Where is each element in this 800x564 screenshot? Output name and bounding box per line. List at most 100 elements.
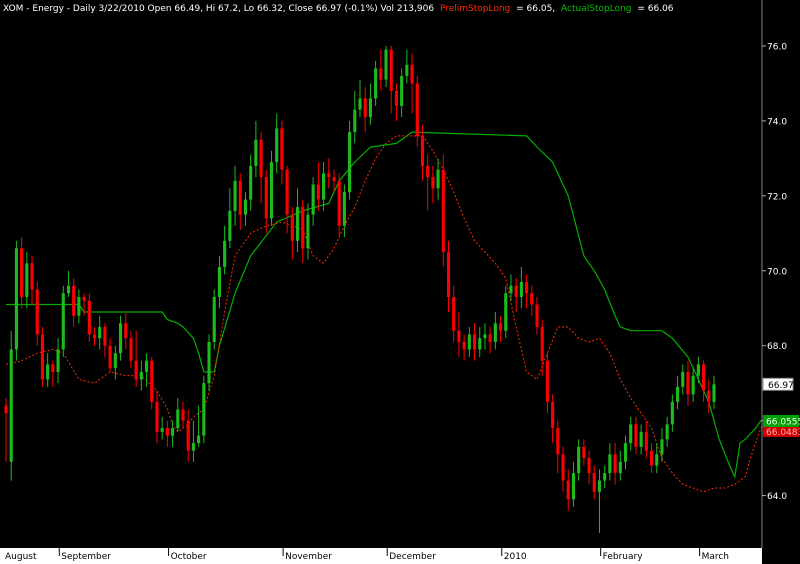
candle-body — [472, 334, 477, 350]
y-axis-panel — [762, 0, 800, 564]
candle-body — [702, 364, 706, 391]
candle-body — [488, 334, 492, 342]
candle-body — [368, 98, 372, 118]
candle-body — [582, 446, 586, 459]
candle-body — [139, 371, 143, 380]
candle-body — [332, 177, 336, 181]
x-tick-label: February — [603, 552, 644, 562]
x-tick-label: October — [171, 552, 207, 562]
candle-body — [202, 383, 206, 436]
candle-body — [514, 285, 518, 297]
candle-body — [634, 424, 638, 447]
last-close-tag: 66.97 — [762, 377, 794, 391]
candle-body — [228, 210, 232, 241]
candle-body — [597, 480, 602, 492]
stock-chart: 64.066.068.070.072.074.076.0 66.97 66.05… — [0, 0, 800, 564]
candle-body — [446, 252, 451, 297]
candle-body — [577, 446, 581, 474]
candle-body — [40, 334, 45, 380]
candle-body — [348, 132, 352, 193]
candle-body — [420, 135, 425, 166]
candle-body — [675, 386, 680, 402]
candle-body — [613, 454, 617, 474]
candle-body — [295, 207, 300, 241]
candle-body — [540, 326, 544, 361]
candle-body — [223, 240, 227, 268]
candle-body — [124, 323, 128, 339]
candle-body — [108, 345, 112, 369]
candle-body — [144, 360, 149, 372]
prelim-stop-label: 66.0483 — [766, 428, 800, 438]
x-tick-label: November — [285, 552, 332, 562]
y-tick-label: 64.0 — [767, 492, 787, 502]
candle-body — [197, 435, 201, 444]
candle-body — [77, 296, 81, 316]
y-tick-label: 68.0 — [767, 342, 787, 352]
candle-body — [426, 165, 430, 178]
candle-body — [649, 450, 654, 466]
candle-body — [134, 360, 138, 380]
x-tick-label: September — [61, 552, 111, 562]
candle-body — [217, 267, 222, 297]
candle-body — [51, 364, 55, 372]
candle-body — [254, 139, 258, 166]
candle-body — [431, 177, 435, 189]
candle-body — [353, 109, 357, 133]
candle-body — [98, 326, 102, 339]
candle-body — [56, 349, 60, 372]
candle-body — [525, 282, 529, 294]
candle-body — [483, 334, 487, 339]
y-tick-label: 74.0 — [767, 117, 787, 127]
candle-body — [311, 184, 315, 215]
candle-body — [61, 293, 65, 350]
actual-stop-value: = 66.06 — [637, 4, 673, 14]
chart-title: XOM - Energy - Daily 3/22/2010 Open 66.4… — [3, 4, 434, 14]
candle-body — [30, 263, 34, 290]
candle-body — [113, 353, 117, 369]
candle-body — [181, 409, 185, 421]
last-close-label: 66.97 — [768, 381, 794, 391]
candle-body — [155, 401, 159, 432]
candle-body — [9, 349, 13, 462]
candle-body — [176, 409, 180, 429]
x-axis-panel — [0, 548, 762, 564]
actual-stop-legend: ActualStopLong — [561, 4, 631, 14]
candle-body — [66, 285, 71, 294]
actual-stop-label: 66.0555 — [766, 418, 800, 428]
candle-body — [306, 214, 310, 249]
candle-body — [327, 173, 331, 178]
x-tick-label: 2010 — [504, 552, 527, 562]
candle-body — [249, 165, 253, 200]
candle-body — [14, 248, 18, 350]
candle-body — [561, 454, 565, 481]
candle-body — [592, 473, 596, 492]
candle-body — [405, 64, 409, 76]
actual-stop-tag: 66.0555 — [763, 415, 800, 428]
candle-body — [337, 180, 341, 226]
candle-body — [379, 68, 383, 80]
candle-body — [191, 443, 195, 451]
candle-body — [400, 75, 404, 106]
candle-body — [280, 128, 284, 170]
candle-body — [587, 458, 591, 474]
candle-body — [519, 282, 523, 297]
candle-body — [165, 428, 169, 436]
candle-body — [681, 371, 685, 387]
candle-body — [478, 338, 482, 350]
candle-body — [103, 326, 107, 346]
candle-body — [20, 248, 24, 297]
candle-body — [655, 454, 659, 466]
candle-body — [363, 98, 367, 118]
candle-body — [374, 68, 378, 99]
candle-body — [92, 334, 97, 339]
candle-body — [389, 49, 393, 91]
candle-body — [259, 139, 263, 178]
candle-body — [342, 192, 346, 226]
candle-body — [87, 300, 91, 335]
candle-body — [462, 341, 466, 350]
candle-body — [160, 428, 164, 432]
candle-body — [498, 323, 503, 331]
candle-body — [493, 323, 497, 342]
candle-body — [410, 64, 414, 84]
prelim-stop-legend: PrelimStopLong — [440, 4, 510, 14]
